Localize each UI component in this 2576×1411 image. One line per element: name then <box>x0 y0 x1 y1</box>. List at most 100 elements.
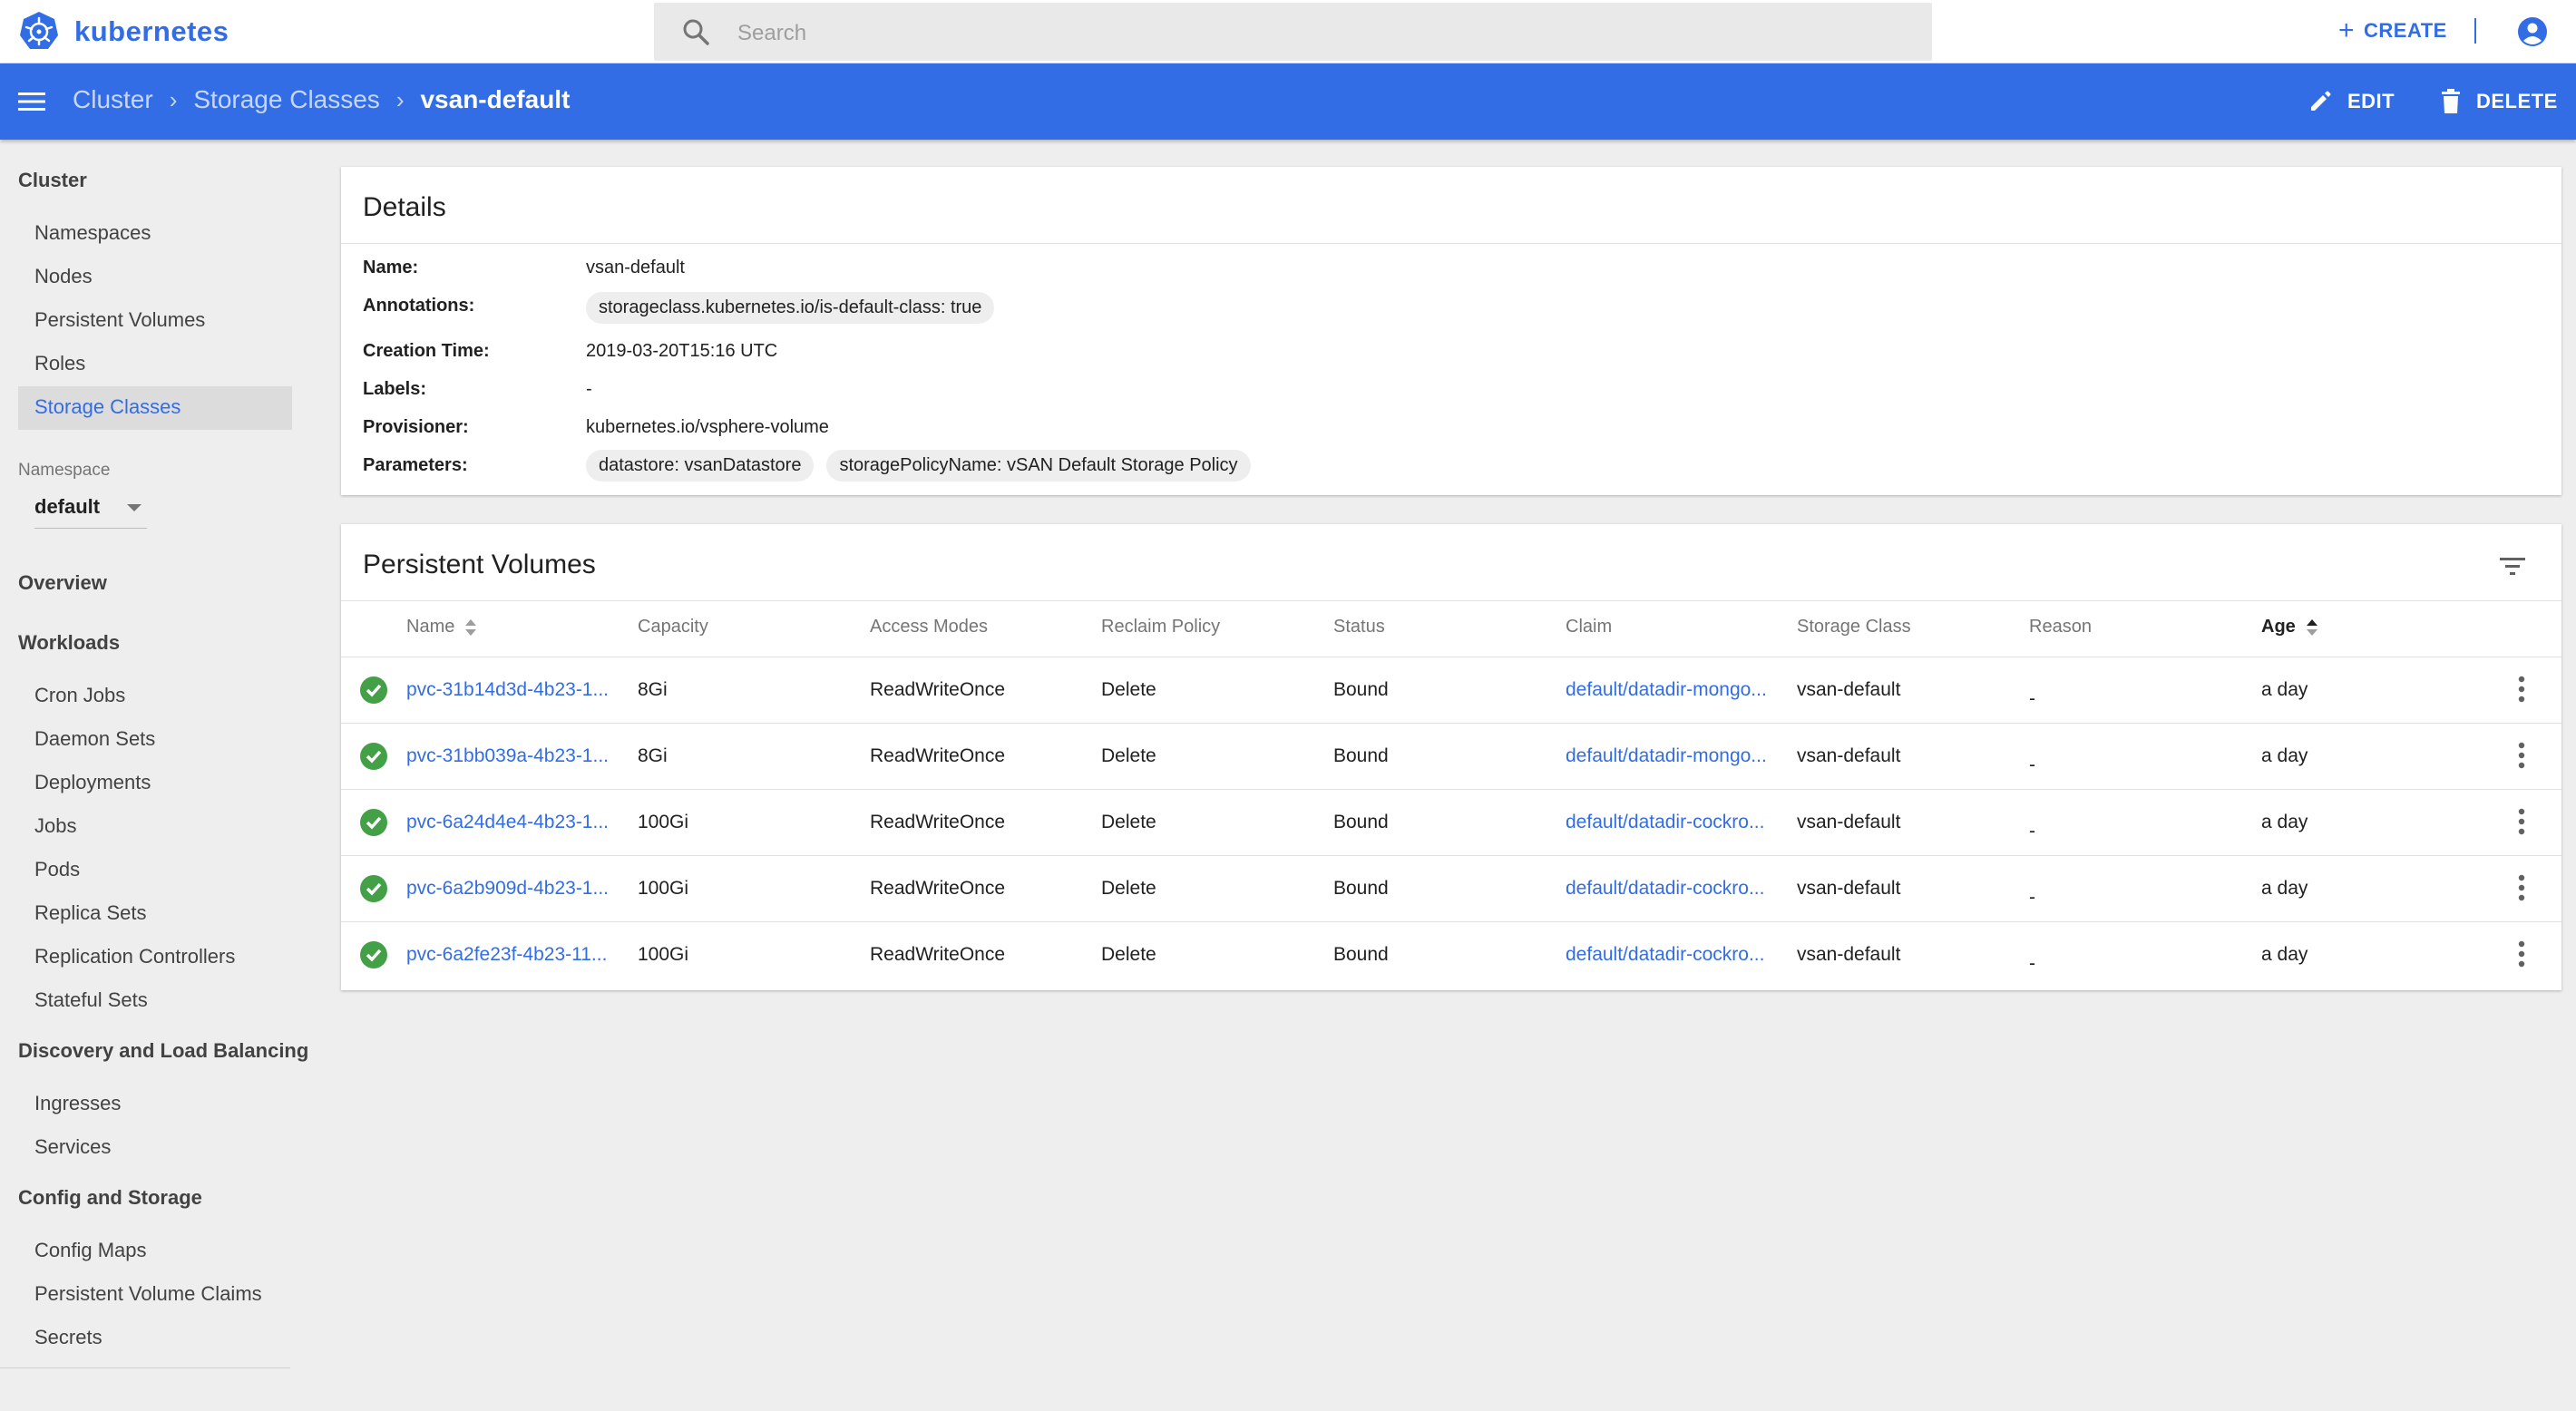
column-header-claim[interactable]: Claim <box>1566 617 1612 637</box>
check-circle-icon <box>360 676 387 704</box>
column-header-age[interactable]: Age <box>2261 617 2319 637</box>
pv-access-modes: ReadWriteOnce <box>870 944 1006 965</box>
breadcrumb-storage-classes[interactable]: Storage Classes <box>193 85 379 114</box>
column-header-storage-class[interactable]: Storage Class <box>1797 617 1911 637</box>
pv-status: Bound <box>1333 745 1389 766</box>
sidebar-item-config-maps[interactable]: Config Maps <box>34 1239 147 1262</box>
create-button[interactable]: + CREATE <box>2338 15 2447 46</box>
sidebar-item-replica-sets[interactable]: Replica Sets <box>34 901 147 925</box>
sidebar-item-roles[interactable]: Roles <box>34 352 85 375</box>
provisioner-label: Provisioner: <box>363 417 469 437</box>
pv-reason: - <box>2029 887 2035 908</box>
more-vert-icon[interactable] <box>2518 742 2525 769</box>
more-vert-icon[interactable] <box>2518 940 2525 968</box>
sidebar-heading-cluster[interactable]: Cluster <box>18 169 87 192</box>
table-row[interactable]: pvc-6a2b909d-4b23-1... 100Gi ReadWriteOn… <box>341 855 2561 921</box>
pv-claim-link[interactable]: default/datadir-mongo... <box>1566 745 1767 767</box>
delete-label: DELETE <box>2476 90 2558 112</box>
sidebar-item-persistent-volumes[interactable]: Persistent Volumes <box>34 308 205 332</box>
sort-ascending-icon <box>2306 618 2317 636</box>
sidebar-item-storage-classes[interactable]: Storage Classes <box>34 395 181 419</box>
menu-icon[interactable] <box>18 89 45 114</box>
search-input[interactable]: Search <box>654 3 1932 61</box>
kubernetes-logo-icon[interactable] <box>18 10 60 52</box>
edit-button[interactable]: EDIT <box>2308 89 2395 114</box>
sidebar-item-replication-controllers[interactable]: Replication Controllers <box>34 945 235 968</box>
pv-reclaim-policy: Delete <box>1101 812 1156 832</box>
sidebar-heading-workloads[interactable]: Workloads <box>18 631 120 655</box>
pv-name-link[interactable]: pvc-6a2b909d-4b23-1... <box>406 878 609 900</box>
more-vert-icon[interactable] <box>2518 808 2525 835</box>
pv-reason: - <box>2029 953 2035 974</box>
table-row[interactable]: pvc-6a24d4e4-4b23-1... 100Gi ReadWriteOn… <box>341 789 2561 855</box>
sidebar-item-nodes[interactable]: Nodes <box>34 265 93 288</box>
pv-capacity: 100Gi <box>638 944 689 965</box>
top-bar: kubernetes Search + CREATE <box>0 0 2576 63</box>
pv-status: Bound <box>1333 812 1389 832</box>
pv-capacity: 100Gi <box>638 878 689 899</box>
parameters-value: datastore: vsanDatastore storagePolicyNa… <box>586 450 1251 482</box>
table-row[interactable]: pvc-31bb039a-4b23-1... 8Gi ReadWriteOnce… <box>341 723 2561 789</box>
delete-button[interactable]: DELETE <box>2440 89 2558 114</box>
creation-time-value: 2019-03-20T15:16 UTC <box>586 341 778 361</box>
pv-claim-link[interactable]: default/datadir-cockro... <box>1566 878 1764 900</box>
pv-status: Bound <box>1333 878 1389 899</box>
sidebar-item-services[interactable]: Services <box>34 1135 111 1159</box>
more-vert-icon[interactable] <box>2518 676 2525 703</box>
pv-claim-link[interactable]: default/datadir-cockro... <box>1566 944 1764 966</box>
pv-name-link[interactable]: pvc-6a2fe23f-4b23-11... <box>406 944 607 966</box>
breadcrumb-cluster[interactable]: Cluster <box>73 85 153 114</box>
column-header-status[interactable]: Status <box>1333 617 1385 637</box>
pv-name-link[interactable]: pvc-31b14d3d-4b23-1... <box>406 679 609 701</box>
filter-icon[interactable] <box>2498 553 2527 579</box>
sidebar-heading-discovery[interactable]: Discovery and Load Balancing <box>18 1039 308 1063</box>
sidebar-item-pods[interactable]: Pods <box>34 858 80 881</box>
details-divider <box>341 243 2561 244</box>
name-label: Name: <box>363 258 419 277</box>
details-title: Details <box>363 192 446 222</box>
sidebar-item-persistent-volume-claims[interactable]: Persistent Volume Claims <box>34 1282 262 1306</box>
column-header-reclaim-policy[interactable]: Reclaim Policy <box>1101 617 1220 637</box>
pv-claim-link[interactable]: default/datadir-cockro... <box>1566 812 1764 833</box>
pv-name-link[interactable]: pvc-31bb039a-4b23-1... <box>406 745 609 767</box>
provisioner-value: kubernetes.io/vsphere-volume <box>586 417 829 437</box>
more-vert-icon[interactable] <box>2518 874 2525 901</box>
persistent-volumes-card: Persistent Volumes Name Capacity Access … <box>341 524 2561 990</box>
pv-name-link[interactable]: pvc-6a24d4e4-4b23-1... <box>406 812 609 833</box>
annotations-label: Annotations: <box>363 296 475 316</box>
chevron-right-icon: › <box>395 85 405 113</box>
sidebar-item-deployments[interactable]: Deployments <box>34 771 151 794</box>
annotation-chip: storageclass.kubernetes.io/is-default-cl… <box>586 292 995 324</box>
pv-claim-link[interactable]: default/datadir-mongo... <box>1566 679 1767 701</box>
column-header-capacity[interactable]: Capacity <box>638 617 708 637</box>
column-header-name[interactable]: Name <box>406 617 478 637</box>
namespace-select[interactable]: default <box>34 495 100 519</box>
name-value: vsan-default <box>586 258 685 277</box>
table-row[interactable]: pvc-6a2fe23f-4b23-11... 100Gi ReadWriteO… <box>341 921 2561 988</box>
sidebar-item-secrets[interactable]: Secrets <box>34 1326 102 1349</box>
sidebar-item-jobs[interactable]: Jobs <box>34 814 76 838</box>
sidebar-item-namespaces[interactable]: Namespaces <box>34 221 151 245</box>
pv-status: Bound <box>1333 679 1389 700</box>
table-row[interactable]: pvc-31b14d3d-4b23-1... 8Gi ReadWriteOnce… <box>341 657 2561 723</box>
sidebar-heading-config[interactable]: Config and Storage <box>18 1186 202 1210</box>
sidebar-item-ingresses[interactable]: Ingresses <box>34 1092 121 1115</box>
sidebar-item-stateful-sets[interactable]: Stateful Sets <box>34 988 148 1012</box>
brand-name[interactable]: kubernetes <box>74 15 229 48</box>
pv-storage-class: vsan-default <box>1797 944 1901 965</box>
parameters-label: Parameters: <box>363 455 468 475</box>
column-header-reason[interactable]: Reason <box>2029 617 2092 637</box>
namespace-select-underline <box>34 528 147 529</box>
sidebar-item-overview[interactable]: Overview <box>18 571 107 595</box>
pv-reason: - <box>2029 688 2035 709</box>
column-header-access-modes[interactable]: Access Modes <box>870 617 988 637</box>
pv-capacity: 8Gi <box>638 745 668 766</box>
sidebar-item-daemon-sets[interactable]: Daemon Sets <box>34 727 155 751</box>
sidebar-divider <box>0 1367 290 1368</box>
pv-age: a day <box>2261 944 2308 965</box>
sidebar-item-cron-jobs[interactable]: Cron Jobs <box>34 684 125 707</box>
chevron-down-icon[interactable] <box>127 504 141 511</box>
pv-age: a day <box>2261 878 2308 899</box>
account-icon[interactable] <box>2517 16 2548 47</box>
check-circle-icon <box>360 809 387 836</box>
